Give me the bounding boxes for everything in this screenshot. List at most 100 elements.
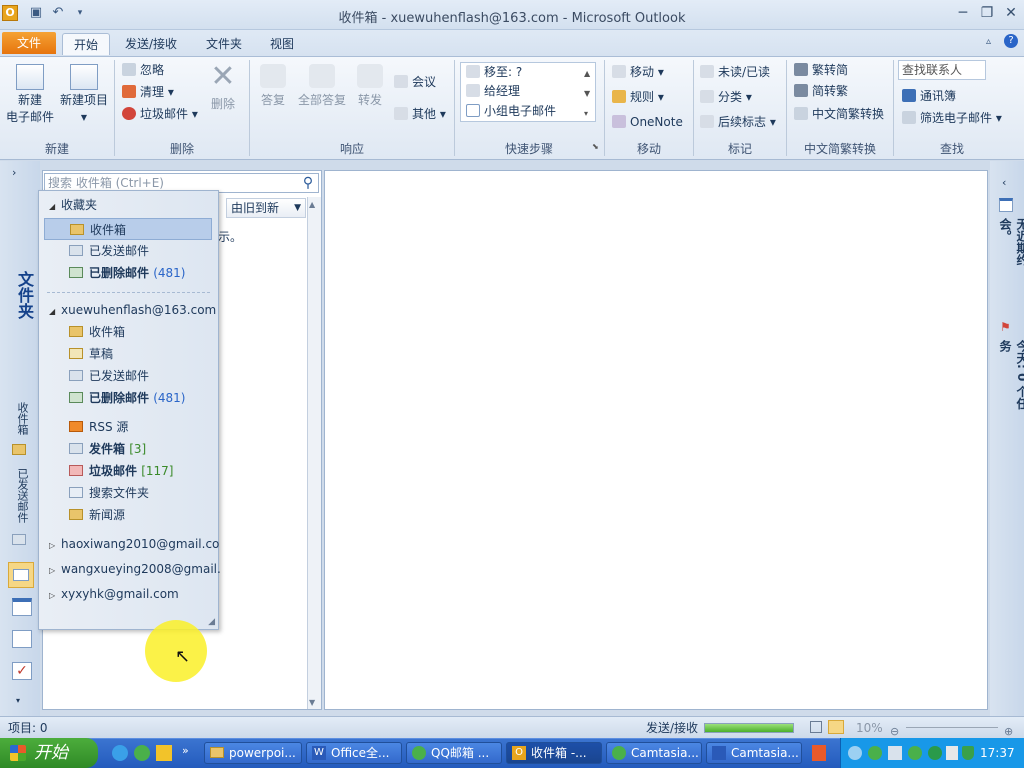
account-label: haoxiwang2010@gmail.co [61,537,220,551]
account-gmail-1[interactable]: ▷ haoxiwang2010@gmail.co [39,532,220,557]
cleanup-button[interactable]: 清理 ▾ [122,82,174,102]
resize-grip-icon[interactable]: ◢ [208,617,215,627]
taskbar-overflow-icon[interactable]: » [182,744,189,757]
folder-deleted[interactable]: 已删除邮件 (481) [39,387,218,409]
tray-icon[interactable] [928,746,942,760]
reply-all-icon [309,64,335,88]
quicklaunch-icon[interactable] [156,745,172,761]
onenote-button[interactable]: OneNote [612,112,683,132]
tab-send-receive[interactable]: 发送/接收 [118,33,184,55]
outbox-icon [69,443,83,454]
clock[interactable]: 17:37 [980,746,1015,760]
scroll-down-icon[interactable]: ▼ [309,698,315,707]
ignore-button[interactable]: 忽略 [122,60,164,80]
junk-button[interactable]: 垃圾邮件 ▾ [122,104,198,124]
mail-module-button[interactable] [8,562,34,588]
forward-button[interactable]: 转发 [352,64,388,109]
tab-folder[interactable]: 文件夹 [196,33,252,55]
calendar-icon[interactable] [12,598,32,616]
search-contacts-input[interactable]: 查找联系人 [898,60,986,80]
nav-folder-label[interactable]: 文件夹 [4,260,36,330]
address-book-button[interactable]: 通讯簿 [902,86,956,106]
send-receive-status: 发送/接收 [646,721,699,735]
reply-all-button[interactable]: 全部答复 [296,64,348,109]
appointments-text[interactable]: 无近期约会。 [997,218,1024,288]
ime-icon[interactable] [812,745,826,761]
quickstep-team-email[interactable]: 小组电子邮件 [466,101,556,121]
taskbar-item-word[interactable]: W Office全... [306,742,402,764]
favorite-inbox[interactable]: 收件箱 [44,218,212,240]
more-respond-button[interactable]: 其他 ▾ [394,104,446,124]
tab-file[interactable]: 文件 [2,32,56,54]
tray-icon[interactable] [908,746,922,760]
reply-button[interactable]: 答复 [254,64,292,109]
normal-view-icon[interactable] [810,721,822,733]
to-simplified-button[interactable]: 简转繁 [794,81,848,101]
folder-search[interactable]: 搜索文件夹 [39,482,218,504]
tray-icon[interactable] [848,746,862,760]
tab-view[interactable]: 视图 [262,33,302,55]
followup-button[interactable]: 后续标志 ▾ [700,112,776,132]
tasks-icon[interactable]: ✓ [12,662,32,680]
expand-nav-icon[interactable]: › [12,166,16,179]
search-icon[interactable]: ⚲ [300,175,316,191]
sort-order-button[interactable]: 由旧到新 ▼ [226,198,306,218]
taskbar-item-camtasia-2[interactable]: Camtasia... [706,742,802,764]
tray-icon[interactable] [868,746,882,760]
favorites-header[interactable]: ◢ 收藏夹 [39,194,218,216]
taskbar-item-qqmail[interactable]: QQ邮箱 ... [406,742,502,764]
restore-button[interactable]: ❐ [976,2,998,24]
categorize-button[interactable]: 分类 ▾ [700,87,752,107]
scroll-up-icon[interactable]: ▲ [309,200,315,209]
favorite-deleted[interactable]: 已删除邮件 (481) [39,262,218,284]
tasks-text[interactable]: 今天: 0 个任务 [997,340,1024,420]
taskbar-item-powerpoint[interactable]: powerpoi... [204,742,302,764]
zoom-slider[interactable] [906,727,998,728]
rules-button[interactable]: 规则 ▾ [612,87,664,107]
minimize-ribbon-icon[interactable]: ▵ [986,36,991,47]
taskbar-item-camtasia-1[interactable]: Camtasia... [606,742,702,764]
quickstep-to-manager[interactable]: 给经理 [466,81,520,101]
unread-read-label: 未读/已读 [718,65,771,79]
folder-sent[interactable]: 已发送邮件 [39,365,218,387]
dialog-launcher-icon[interactable]: ⬊ [592,142,599,151]
close-button[interactable]: ✕ [1000,2,1022,24]
start-button[interactable]: 开始 [0,738,98,768]
delete-button[interactable]: ✕ 删除 [202,62,244,113]
taskbar-item-outlook[interactable]: O 收件箱 -... [506,742,602,764]
folder-news[interactable]: 新闻源 [39,504,218,526]
quickstep-move-to[interactable]: 移至: ? [466,62,522,82]
folder-drafts[interactable]: 草稿 [39,343,218,365]
configure-buttons-icon[interactable]: ▾ [16,696,20,705]
quicklaunch-icon[interactable] [134,745,150,761]
minimize-button[interactable]: ─ [952,2,974,24]
folder-junk[interactable]: 垃圾邮件 [117] [39,460,218,482]
reading-view-icon[interactable] [828,720,844,734]
contacts-icon[interactable] [12,630,32,648]
quickstep-scroll-icon[interactable]: ▲ ▼ ▾ [584,64,590,124]
expand-todo-icon[interactable]: ‹ [1002,176,1006,189]
folder-inbox[interactable]: 收件箱 [39,321,218,343]
help-icon[interactable]: ? [1004,34,1018,48]
ie-icon[interactable] [112,745,128,761]
new-items-button[interactable]: 新建项目 ▼ [58,62,110,126]
tray-icon[interactable] [888,746,902,760]
account-gmail-3[interactable]: ▷ xyxyhk@gmail.com [39,582,218,607]
chinese-convert-button[interactable]: 中文简繁转换 [794,104,884,124]
folder-rss[interactable]: RSS 源 [39,416,218,438]
meeting-button[interactable]: 会议 [394,72,436,92]
to-traditional-button[interactable]: 繁转简 [794,60,848,80]
folder-outbox[interactable]: 发件箱 [3] [39,438,218,460]
volume-icon[interactable] [946,746,958,760]
account-gmail-2[interactable]: ▷ wangxueying2008@gmail. [39,557,221,582]
list-scrollbar[interactable] [307,197,321,709]
account-header[interactable]: ◢ xuewuhenflash@163.com [39,299,218,321]
favorite-sent[interactable]: 已发送邮件 [39,240,218,262]
new-email-button[interactable]: 新建 电子邮件 [4,62,56,126]
unread-read-button[interactable]: 未读/已读 [700,62,770,82]
filter-email-button[interactable]: 筛选电子邮件 ▾ [902,108,1002,128]
nav-sent-shortcut[interactable]: 已发送邮件 [8,468,30,540]
tab-home[interactable]: 开始 [62,33,110,55]
security-shield-icon[interactable] [962,746,974,760]
move-button[interactable]: 移动 ▾ [612,62,664,82]
